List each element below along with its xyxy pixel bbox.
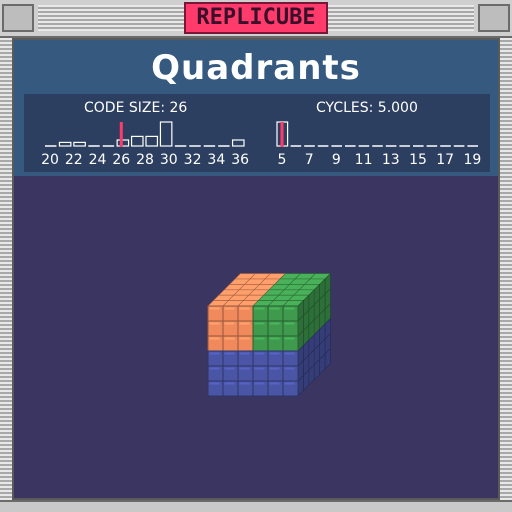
code-size-tick-label: 32 — [183, 152, 202, 168]
code-size-bar — [159, 121, 173, 147]
window-corner-left[interactable] — [2, 4, 34, 32]
side-rail-right — [500, 38, 512, 512]
voxel-highlight — [284, 307, 295, 310]
voxel-highlight — [269, 322, 280, 325]
window-corner-right[interactable] — [478, 4, 510, 32]
cycles-tick-label: 13 — [381, 152, 400, 168]
voxel-highlight — [209, 322, 220, 325]
voxel-highlight — [254, 367, 265, 370]
voxel-highlight — [269, 307, 280, 310]
voxel-highlight — [209, 337, 220, 340]
cycles-tick-label: 17 — [436, 152, 455, 168]
title-stripes-left — [38, 5, 184, 31]
cube-model — [207, 272, 332, 397]
code-size-tick-label: 26 — [112, 152, 131, 168]
cycles-marker — [280, 122, 284, 147]
voxel-highlight — [239, 382, 250, 385]
voxel-cube[interactable] — [14, 176, 498, 498]
voxel-highlight — [209, 382, 220, 385]
voxel-highlight — [209, 367, 220, 370]
cycles-tick-label: 9 — [331, 152, 341, 168]
voxel-highlight — [254, 307, 265, 310]
stats-panel: CODE SIZE: 26 CYCLES: 5.000 20 22 24 26 28 30… — [24, 94, 490, 172]
code-size-tick-label: 34 — [207, 152, 226, 168]
voxel-highlight — [284, 382, 295, 385]
code-size-bar — [145, 135, 159, 147]
voxel-highlight — [284, 367, 295, 370]
voxel-highlight — [254, 352, 265, 355]
code-size-tick-label: 20 — [41, 152, 59, 168]
voxel-highlight — [254, 382, 265, 385]
code-size-bar — [231, 139, 245, 147]
code-size-bar — [73, 141, 86, 147]
code-size-tick-label: 22 — [64, 152, 83, 168]
voxel-highlight — [224, 322, 235, 325]
voxel-highlight — [269, 382, 280, 385]
puzzle-title: Quadrants — [151, 48, 361, 88]
voxel-highlight — [269, 352, 280, 355]
cube-viewport[interactable] — [14, 176, 498, 498]
voxel-highlight — [224, 307, 235, 310]
cycles-tick-label: 7 — [304, 152, 314, 168]
voxel-highlight — [269, 367, 280, 370]
voxel-highlight — [239, 352, 250, 355]
puzzle-header: Quadrants CODE SIZE: 26 CYCLES: 5.000 20… — [14, 40, 498, 176]
code-size-bar — [130, 135, 144, 147]
voxel-highlight — [224, 337, 235, 340]
voxel-highlight — [269, 337, 280, 340]
side-rail-left — [0, 38, 12, 512]
code-size-tick-label: 24 — [88, 152, 107, 168]
code-size-bar — [116, 139, 130, 147]
code-size-tick-label: 36 — [231, 152, 250, 168]
title-stripes-right — [328, 5, 474, 31]
cycles-tick-label: 11 — [354, 152, 373, 168]
cycles-histogram — [276, 121, 478, 147]
voxel-highlight — [239, 337, 250, 340]
app-title: REPLICUBE — [184, 2, 328, 34]
voxel-highlight — [254, 322, 265, 325]
title-bar: REPLICUBE — [0, 0, 512, 38]
voxel-highlight — [239, 367, 250, 370]
voxel-highlight — [239, 322, 250, 325]
bottom-rail — [0, 500, 512, 512]
code-size-marker — [119, 122, 123, 147]
code-size-tick-label: 30 — [159, 152, 178, 168]
voxel-highlight — [239, 307, 250, 310]
cycles-tick-label: 19 — [463, 152, 482, 168]
voxel-highlight — [224, 367, 235, 370]
voxel-highlight — [224, 382, 235, 385]
code-size-bar — [58, 141, 72, 147]
voxel-highlight — [254, 337, 265, 340]
voxel-highlight — [209, 307, 220, 310]
voxel-highlight — [284, 352, 295, 355]
game-screen: Quadrants CODE SIZE: 26 CYCLES: 5.000 20… — [12, 38, 500, 500]
code-size-tick-label: 28 — [136, 152, 154, 168]
voxel-highlight — [224, 352, 235, 355]
cycles-tick-label: 5 — [277, 152, 287, 168]
voxel-highlight — [209, 352, 220, 355]
voxel-highlight — [284, 322, 295, 325]
code-size-histogram — [45, 121, 245, 147]
cycles-tick-label: 15 — [409, 152, 427, 168]
voxel-highlight — [284, 337, 295, 340]
